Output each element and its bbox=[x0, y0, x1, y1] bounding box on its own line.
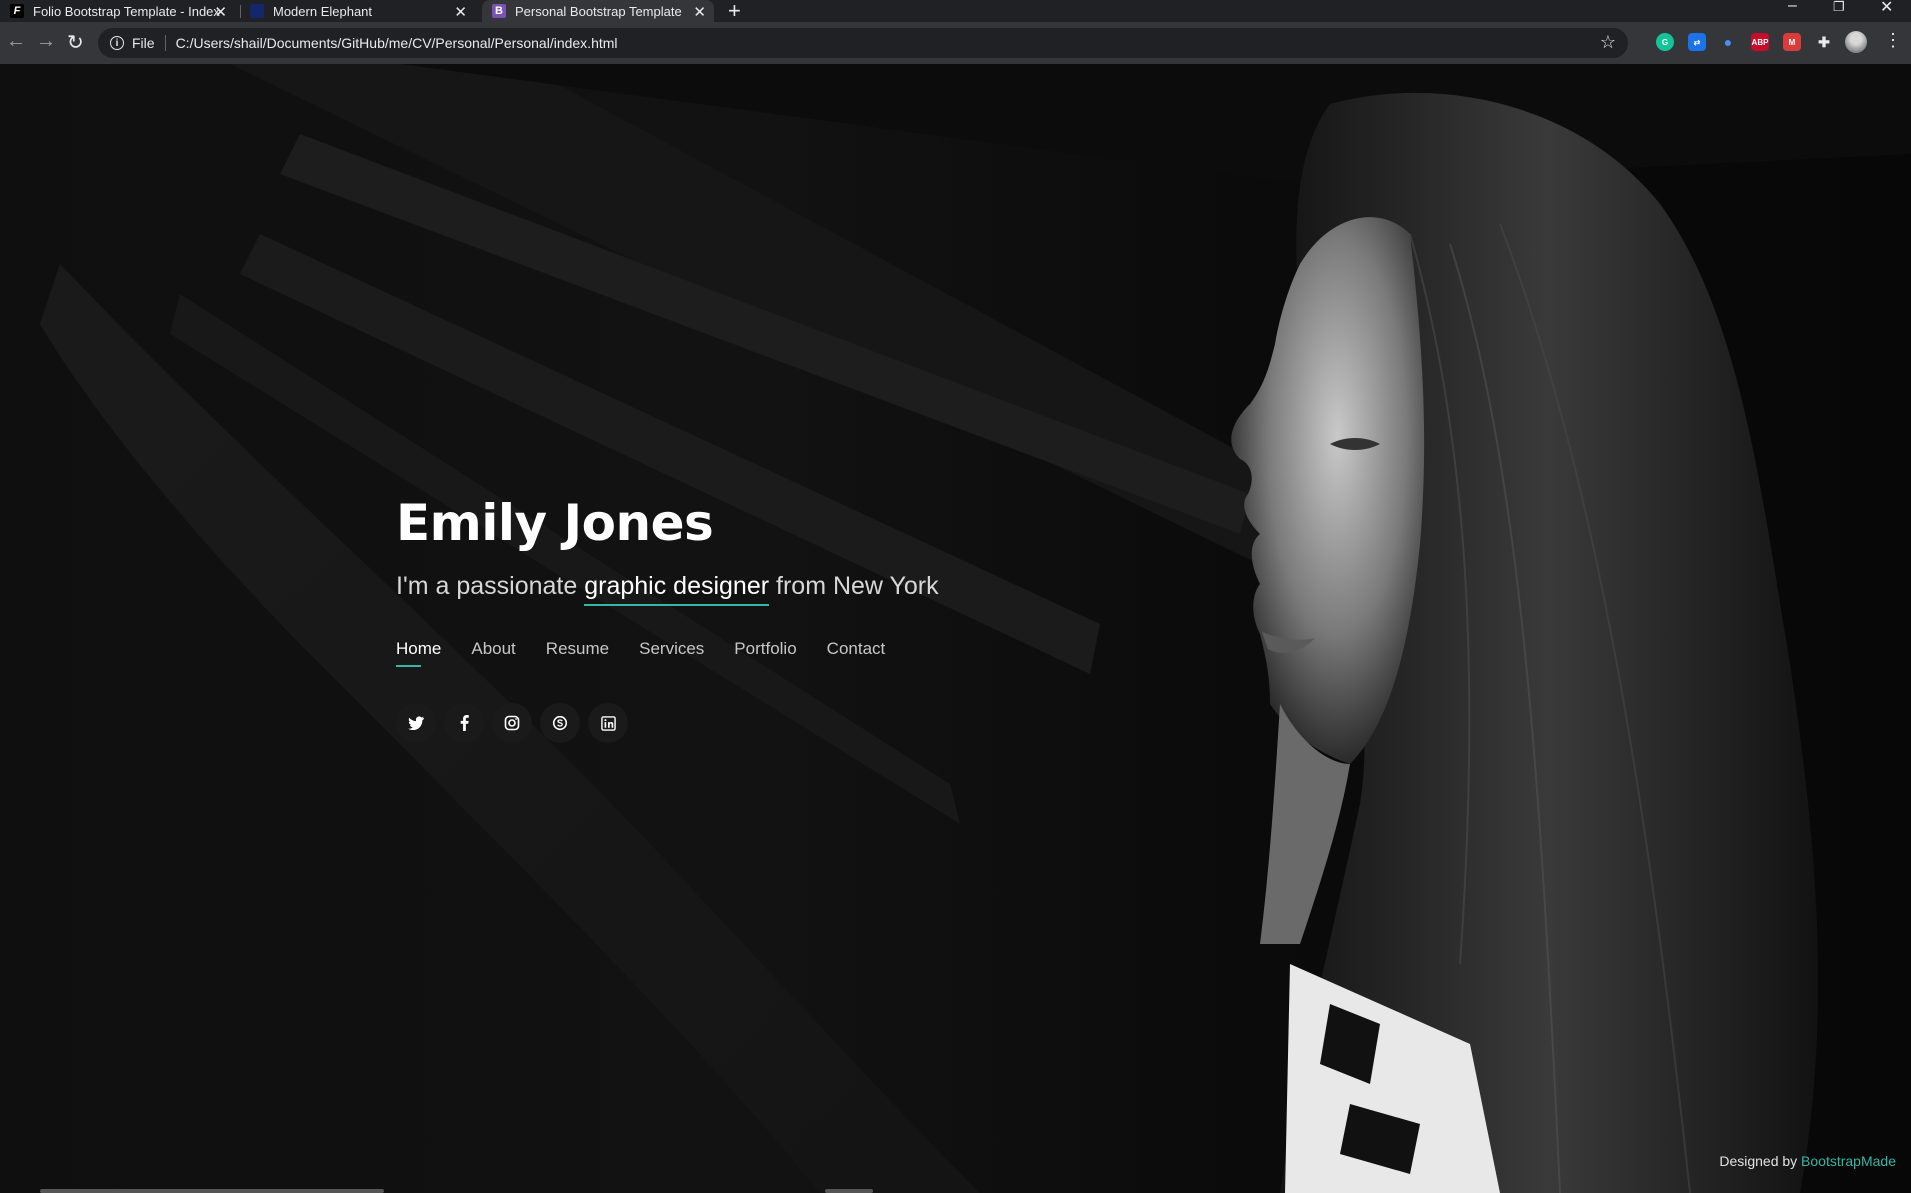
file-chip: File bbox=[132, 35, 155, 51]
page-viewport: Emily Jones I'm a passionate graphic des… bbox=[0, 64, 1911, 1193]
omnibox-separator bbox=[164, 35, 166, 51]
bootstrap-favicon-icon: B bbox=[492, 4, 506, 18]
subtitle-suffix: from New York bbox=[776, 572, 939, 600]
menu-kebab-icon[interactable]: ⋮ bbox=[1884, 30, 1902, 51]
hero-name: Emily Jones bbox=[396, 494, 714, 552]
tab-separator bbox=[240, 5, 241, 18]
footer-credits: Designed by BootstrapMade bbox=[1719, 1153, 1896, 1169]
hero-background-photo bbox=[40, 64, 1911, 1193]
hero-subtitle: I'm a passionate graphic designer from N… bbox=[396, 572, 939, 606]
horizontal-scrollbar[interactable] bbox=[40, 1189, 384, 1193]
translate-icon[interactable]: ⇄ bbox=[1688, 33, 1706, 51]
nav-about[interactable]: About bbox=[471, 639, 515, 667]
puzzle-icon[interactable]: ✚ bbox=[1815, 33, 1833, 51]
new-tab-button[interactable]: + bbox=[728, 0, 741, 24]
tab-strip: F Folio Bootstrap Template - Index ✕ Mod… bbox=[0, 0, 1911, 24]
nav-resume[interactable]: Resume bbox=[546, 639, 609, 667]
restore-icon[interactable]: ❐ bbox=[1833, 0, 1845, 15]
typed-text: graphic designer bbox=[584, 572, 770, 606]
nav-services[interactable]: Services bbox=[639, 639, 704, 667]
folio-favicon-icon: F bbox=[10, 4, 24, 18]
red-ext-icon[interactable]: M bbox=[1783, 33, 1801, 51]
social-links bbox=[396, 703, 636, 743]
tab-close-icon[interactable]: ✕ bbox=[693, 3, 706, 21]
tab-title: Folio Bootstrap Template - Index bbox=[33, 3, 220, 19]
address-bar[interactable]: i File C:/Users/shail/Documents/GitHub/m… bbox=[98, 28, 1628, 58]
scrollbar-thumb[interactable] bbox=[825, 1189, 873, 1193]
skype-icon[interactable] bbox=[540, 703, 580, 743]
instagram-icon[interactable] bbox=[492, 703, 532, 743]
subtitle-prefix: I'm a passionate bbox=[396, 572, 578, 600]
bookmark-star-icon[interactable]: ☆ bbox=[1600, 32, 1616, 53]
adblock-icon[interactable]: ABP bbox=[1751, 33, 1769, 51]
url-text[interactable]: C:/Users/shail/Documents/GitHub/me/CV/Pe… bbox=[176, 35, 618, 51]
forward-icon[interactable]: → bbox=[36, 30, 56, 53]
window-close-icon[interactable]: ✕ bbox=[1880, 0, 1893, 17]
tab-personal[interactable]: B Personal Bootstrap Template ✕ bbox=[482, 0, 714, 22]
drop-icon[interactable]: ● bbox=[1719, 33, 1737, 51]
tab-close-icon[interactable]: ✕ bbox=[214, 3, 227, 21]
tab-title: Personal Bootstrap Template bbox=[515, 3, 682, 19]
bootstrapmade-link[interactable]: BootstrapMade bbox=[1801, 1153, 1896, 1169]
profile-avatar[interactable] bbox=[1845, 31, 1867, 53]
linkedin-icon[interactable] bbox=[588, 703, 628, 743]
info-icon[interactable]: i bbox=[110, 36, 124, 50]
nav-contact[interactable]: Contact bbox=[827, 639, 886, 667]
tab-folio[interactable]: F Folio Bootstrap Template - Index ✕ bbox=[10, 0, 235, 22]
facebook-icon[interactable] bbox=[444, 703, 484, 743]
browser-toolbar: ← → ↻ i File C:/Users/shail/Documents/Gi… bbox=[0, 22, 1911, 64]
nav-home[interactable]: Home bbox=[396, 639, 441, 667]
grammarly-icon[interactable]: G bbox=[1656, 33, 1674, 51]
tab-title: Modern Elephant bbox=[273, 3, 373, 19]
reload-icon[interactable]: ↻ bbox=[67, 30, 84, 55]
credits-prefix: Designed by bbox=[1719, 1153, 1798, 1169]
tab-modern-elephant[interactable]: Modern Elephant ✕ bbox=[250, 0, 475, 22]
modern-elephant-favicon-icon bbox=[250, 4, 264, 18]
back-icon[interactable]: ← bbox=[6, 30, 26, 53]
minimize-icon[interactable]: – bbox=[1788, 0, 1797, 15]
hero-section: Emily Jones I'm a passionate graphic des… bbox=[396, 494, 939, 606]
twitter-icon[interactable] bbox=[396, 703, 436, 743]
main-nav: Home About Resume Services Portfolio Con… bbox=[396, 639, 915, 667]
tab-close-icon[interactable]: ✕ bbox=[454, 3, 467, 21]
nav-portfolio[interactable]: Portfolio bbox=[734, 639, 796, 667]
